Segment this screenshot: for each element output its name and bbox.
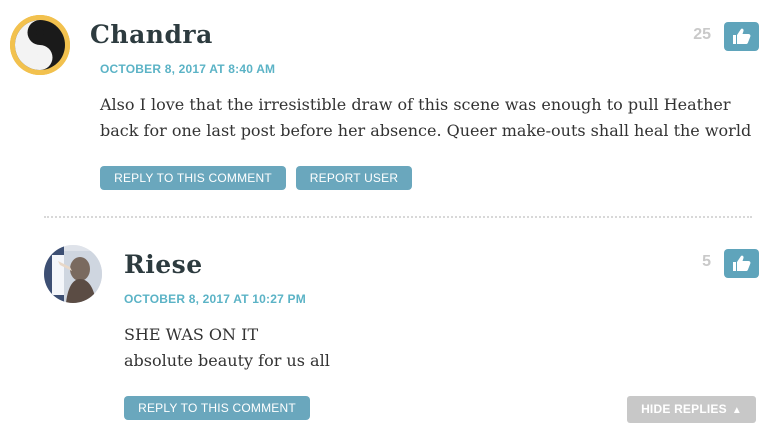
like-count: 5 [702, 253, 711, 270]
thumbs-up-icon [733, 28, 751, 44]
comment-date[interactable]: OCTOBER 8, 2017 AT 10:27 PM [124, 292, 306, 306]
comment-author[interactable]: Riese [124, 250, 203, 279]
comment-body: SHE WAS ON IT absolute beauty for us all [124, 322, 724, 374]
like-count: 25 [693, 26, 711, 43]
avatar[interactable] [44, 245, 102, 303]
like-button[interactable] [724, 22, 759, 51]
portrait-avatar-image [44, 245, 102, 303]
comment-line: absolute beauty for us all [124, 351, 330, 370]
comment-body: Also I love that the irresistible draw o… [100, 92, 760, 144]
hide-replies-button[interactable]: HIDE REPLIES ▲ [627, 396, 756, 423]
hide-replies-label: HIDE REPLIES [641, 402, 727, 416]
reply-button[interactable]: REPLY TO THIS COMMENT [124, 396, 310, 420]
comment-date[interactable]: OCTOBER 8, 2017 AT 8:40 AM [100, 62, 275, 76]
comment-line: SHE WAS ON IT [124, 325, 259, 344]
report-user-button[interactable]: REPORT USER [296, 166, 412, 190]
caret-up-icon: ▲ [731, 405, 742, 416]
reply-button[interactable]: REPLY TO THIS COMMENT [100, 166, 286, 190]
avatar[interactable] [10, 15, 70, 75]
comment-line: Also I love that the irresistible draw o… [100, 95, 731, 114]
thumbs-up-icon [733, 255, 751, 271]
yin-yang-avatar-image [10, 15, 70, 75]
like-button[interactable] [724, 249, 759, 278]
comment-divider [44, 216, 752, 218]
comment-author[interactable]: Chandra [90, 20, 213, 49]
comment-line: back for one last post before her absenc… [100, 121, 752, 140]
